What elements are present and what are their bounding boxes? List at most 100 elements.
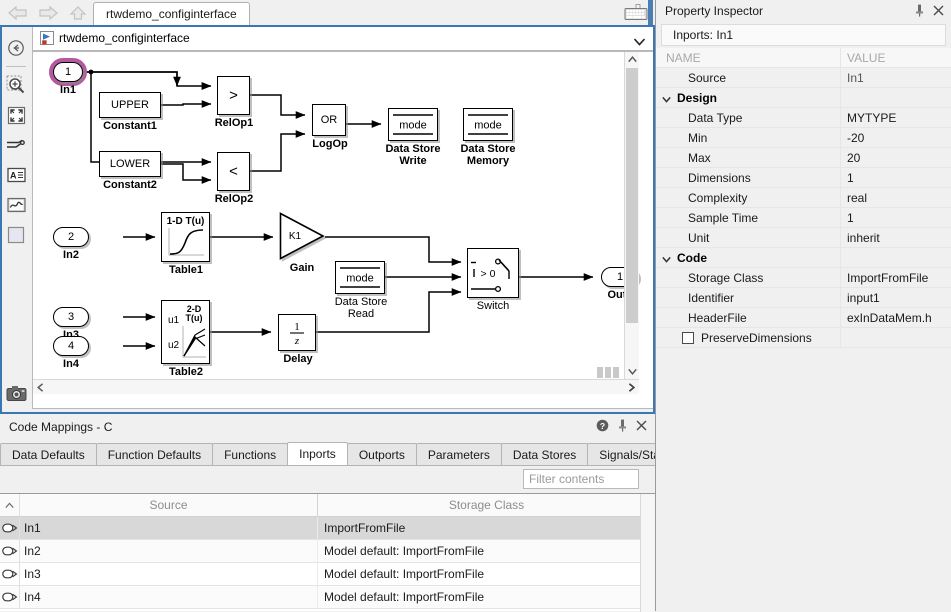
canvas-horizontal-scrollbar[interactable] bbox=[33, 379, 639, 394]
block-constant2[interactable]: LOWER bbox=[99, 151, 161, 177]
property-row-headerfile[interactable]: HeaderFileexInDataMem.h bbox=[656, 308, 951, 328]
pin-icon[interactable] bbox=[618, 419, 627, 435]
fit-to-view-icon[interactable] bbox=[0, 100, 32, 130]
block-data-store-read[interactable]: mode bbox=[335, 261, 385, 294]
scroll-up-button[interactable] bbox=[625, 52, 639, 67]
tab-data-defaults[interactable]: Data Defaults bbox=[0, 443, 97, 465]
scroll-down-button[interactable] bbox=[625, 364, 639, 379]
snapshot-icon[interactable] bbox=[0, 378, 32, 408]
block-switch[interactable]: > 0 bbox=[467, 248, 519, 298]
keyboard-icon[interactable] bbox=[623, 3, 649, 22]
property-row-data-type[interactable]: Data TypeMYTYPE bbox=[656, 108, 951, 128]
property-label: Complexity bbox=[656, 188, 841, 208]
scroll-right-button[interactable] bbox=[624, 380, 639, 394]
property-row-identifier[interactable]: Identifierinput1 bbox=[656, 288, 951, 308]
close-icon[interactable] bbox=[933, 5, 944, 19]
block-data-store-memory[interactable]: mode bbox=[463, 108, 513, 141]
tab-data-stores[interactable]: Data Stores bbox=[501, 443, 588, 465]
table-vertical-scrollbar[interactable] bbox=[640, 494, 655, 612]
property-row-dimensions[interactable]: Dimensions1 bbox=[656, 168, 951, 188]
property-value[interactable]: -20 bbox=[841, 128, 951, 148]
property-row-complexity[interactable]: Complexityreal bbox=[656, 188, 951, 208]
block-in3-port[interactable]: 3 bbox=[53, 307, 89, 327]
pin-icon[interactable] bbox=[915, 4, 924, 20]
chevron-down-icon[interactable] bbox=[662, 92, 671, 106]
area-icon[interactable] bbox=[0, 220, 32, 250]
property-row-source[interactable]: SourceIn1 bbox=[656, 68, 951, 88]
canvas-vertical-scrollbar[interactable] bbox=[624, 52, 639, 379]
property-value[interactable]: 1 bbox=[841, 168, 951, 188]
model-canvas[interactable]: 1 In1 UPPER Constant1 LOWER Constant2 > … bbox=[33, 52, 639, 394]
model-tab[interactable]: rtwdemo_configinterface bbox=[93, 2, 250, 25]
signal-routing-icon[interactable] bbox=[0, 130, 32, 160]
property-value[interactable]: 20 bbox=[841, 148, 951, 168]
logop-operator: OR bbox=[313, 105, 345, 135]
property-value[interactable]: exInDataMem.h bbox=[841, 308, 951, 328]
block-in1-port[interactable]: 1 bbox=[53, 62, 83, 82]
cell-storage-class[interactable]: Model default: ImportFromFile bbox=[318, 586, 655, 608]
property-group-design[interactable]: Design bbox=[656, 88, 951, 108]
canvas-resize-grip[interactable] bbox=[597, 366, 623, 378]
column-header-storage-class[interactable]: Storage Class bbox=[318, 494, 655, 516]
tab-functions[interactable]: Functions bbox=[212, 443, 288, 465]
annotation-text-icon[interactable]: A bbox=[0, 160, 32, 190]
property-value[interactable]: ImportFromFile bbox=[841, 268, 951, 288]
block-in4-port[interactable]: 4 bbox=[53, 336, 89, 356]
help-icon[interactable]: ? bbox=[596, 419, 609, 435]
close-icon[interactable] bbox=[636, 420, 647, 434]
table-row[interactable]: In3Model default: ImportFromFile bbox=[0, 563, 655, 586]
property-value[interactable]: input1 bbox=[841, 288, 951, 308]
checkbox-preservedimensions[interactable] bbox=[682, 332, 694, 344]
code-mappings-table: Source Storage Class In1ImportFromFileIn… bbox=[0, 493, 655, 611]
nav-forward-button[interactable] bbox=[34, 2, 62, 23]
toolbar-divider bbox=[6, 66, 26, 67]
tab-outports[interactable]: Outports bbox=[347, 443, 417, 465]
tab-function-defaults[interactable]: Function Defaults bbox=[96, 443, 213, 465]
tab-inports[interactable]: Inports bbox=[287, 442, 348, 465]
block-constant1[interactable]: UPPER bbox=[99, 92, 161, 118]
scope-icon[interactable] bbox=[0, 190, 32, 220]
table-row[interactable]: In1ImportFromFile bbox=[0, 517, 655, 540]
property-value[interactable]: In1 bbox=[841, 68, 951, 88]
tab-parameters[interactable]: Parameters bbox=[416, 443, 502, 465]
cell-storage-class[interactable]: Model default: ImportFromFile bbox=[318, 540, 655, 562]
block-gain[interactable]: K1 bbox=[279, 212, 325, 260]
nav-up-button[interactable] bbox=[64, 2, 92, 23]
model-canvas-container[interactable]: 1 In1 UPPER Constant1 LOWER Constant2 > … bbox=[32, 51, 654, 409]
block-logop[interactable]: OR bbox=[312, 104, 346, 136]
block-delay[interactable]: 1 z bbox=[278, 314, 316, 351]
block-relop1[interactable]: > bbox=[217, 76, 250, 115]
property-row-max[interactable]: Max20 bbox=[656, 148, 951, 168]
block-table2[interactable]: u1 u2 2-D T(u) bbox=[161, 300, 210, 364]
cell-storage-class[interactable]: Model default: ImportFromFile bbox=[318, 563, 655, 585]
property-row-sample-time[interactable]: Sample Time1 bbox=[656, 208, 951, 228]
property-value[interactable]: real bbox=[841, 188, 951, 208]
property-row-storage-class[interactable]: Storage ClassImportFromFile bbox=[656, 268, 951, 288]
chevron-down-icon[interactable] bbox=[662, 252, 671, 266]
property-group-code[interactable]: Code bbox=[656, 248, 951, 268]
block-relop2[interactable]: < bbox=[217, 152, 250, 191]
block-in2-port[interactable]: 2 bbox=[53, 227, 89, 247]
block-data-store-write[interactable]: mode bbox=[388, 108, 438, 141]
cell-storage-class[interactable]: ImportFromFile bbox=[318, 517, 655, 539]
property-row-min[interactable]: Min-20 bbox=[656, 128, 951, 148]
table-row[interactable]: In4Model default: ImportFromFile bbox=[0, 586, 655, 609]
property-row-unit[interactable]: Unitinherit bbox=[656, 228, 951, 248]
breadcrumb[interactable]: rtwdemo_configinterface bbox=[32, 25, 654, 51]
canvas-vscroll-thumb[interactable] bbox=[626, 68, 638, 323]
scroll-left-button[interactable] bbox=[33, 380, 48, 394]
navigate-back-icon[interactable] bbox=[0, 33, 32, 63]
column-header-source[interactable]: Source bbox=[20, 494, 318, 516]
sort-ascending-icon[interactable] bbox=[0, 494, 20, 516]
property-value[interactable]: inherit bbox=[841, 228, 951, 248]
filter-input[interactable]: Filter contents bbox=[523, 469, 639, 489]
property-value[interactable]: 1 bbox=[841, 208, 951, 228]
zoom-in-icon[interactable] bbox=[0, 70, 32, 100]
property-label: Identifier bbox=[656, 288, 841, 308]
nav-back-button[interactable] bbox=[4, 2, 32, 23]
property-row-preservedimensions[interactable]: PreserveDimensions bbox=[656, 328, 951, 348]
chevron-down-icon[interactable] bbox=[634, 35, 645, 49]
block-table1[interactable]: 1-D T(u) bbox=[161, 212, 210, 262]
property-value[interactable]: MYTYPE bbox=[841, 108, 951, 128]
table-row[interactable]: In2Model default: ImportFromFile bbox=[0, 540, 655, 563]
